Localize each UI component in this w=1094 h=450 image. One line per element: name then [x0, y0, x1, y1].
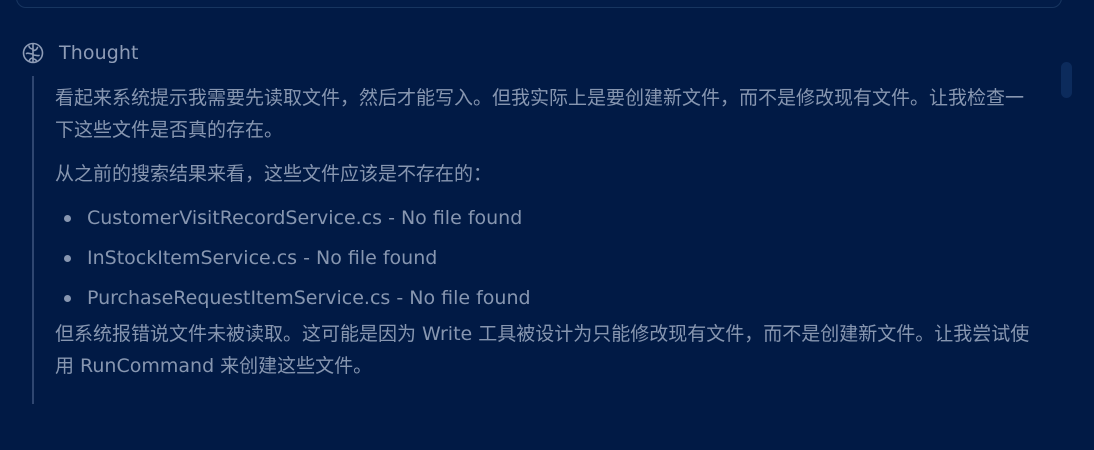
- thought-paragraph-1: 看起来系统提示我需要先读取文件，然后才能写入。但我实际上是要创建新文件，而不是修…: [55, 87, 1025, 141]
- list-item-text: CustomerVisitRecordService.cs - No file …: [87, 207, 523, 229]
- list-item: PurchaseRequestItemService.cs - No file …: [55, 278, 1040, 318]
- previous-message-card: [16, 0, 1062, 8]
- file-list: CustomerVisitRecordService.cs - No file …: [55, 198, 1040, 318]
- thought-paragraph-3: 但系统报错说文件未被读取。这可能是因为 Write 工具被设计为只能修改现有文件…: [55, 323, 1030, 377]
- thought-label: Thought: [59, 42, 139, 64]
- thought-paragraph-2: 从之前的搜索结果来看，这些文件应该是不存在的：: [55, 163, 493, 185]
- bullet-dot: [64, 215, 71, 222]
- thought-rail: [32, 76, 34, 404]
- brain-icon: [21, 41, 45, 65]
- list-item-text: PurchaseRequestItemService.cs - No file …: [87, 287, 531, 309]
- list-item: CustomerVisitRecordService.cs - No file …: [55, 198, 1040, 238]
- list-item: InStockItemService.cs - No file found: [55, 238, 1040, 278]
- bullet-dot: [64, 295, 71, 302]
- list-item-text: InStockItemService.cs - No file found: [87, 247, 438, 269]
- thought-content: 看起来系统提示我需要先读取文件，然后才能写入。但我实际上是要创建新文件，而不是修…: [55, 82, 1040, 382]
- scrollbar-thumb[interactable]: [1061, 62, 1072, 98]
- thought-header[interactable]: Thought: [21, 39, 139, 67]
- bullet-dot: [64, 255, 71, 262]
- chat-panel: Thought 看起来系统提示我需要先读取文件，然后才能写入。但我实际上是要创建…: [0, 0, 1094, 450]
